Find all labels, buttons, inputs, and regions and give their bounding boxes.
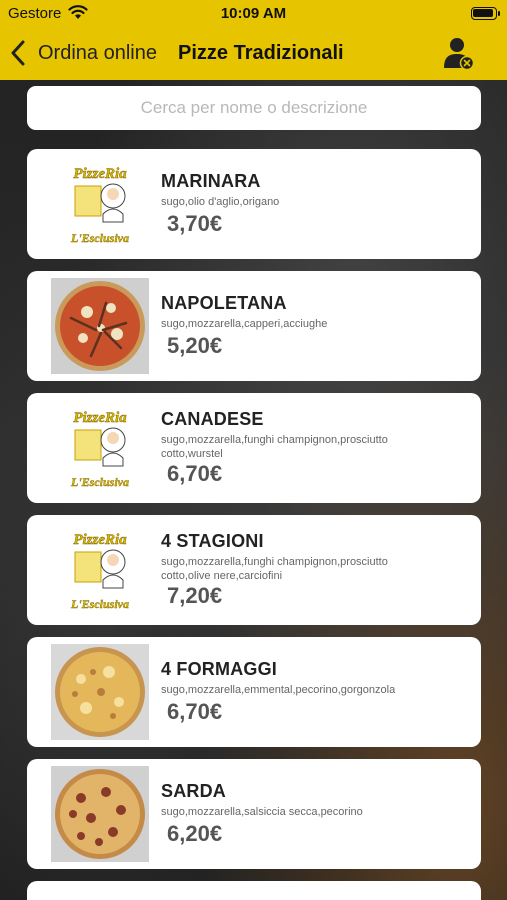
product-card[interactable]: PizzeRia L'Esclusiva CANADESE sugo,mozza… <box>27 393 481 503</box>
pizzeria-logo-image: PizzeRia L'Esclusiva <box>51 156 149 252</box>
product-name: NAPOLETANA <box>161 293 287 313</box>
product-price: 6,70€ <box>167 461 223 486</box>
product-description: sugo,mozzarella,funghi champignon,prosci… <box>161 434 388 460</box>
product-name: SARDA <box>161 781 227 801</box>
product-description: sugo,mozzarella,funghi champignon,prosci… <box>161 556 388 582</box>
product-description: sugo,mozzarella,capperi,acciughe <box>161 318 328 330</box>
product-price: 6,20€ <box>167 821 223 846</box>
product-price: 6,70€ <box>167 699 223 724</box>
pizza-image <box>51 644 149 740</box>
product-price: 7,20€ <box>167 583 223 608</box>
svg-text:PizzeRia: PizzeRia <box>73 166 127 182</box>
product-price: 3,70€ <box>167 211 223 236</box>
product-card[interactable]: NAPOLETANA sugo,mozzarella,capperi,acciu… <box>27 271 481 381</box>
product-description: sugo,mozzarella,salsiccia secca,pecorino <box>161 806 363 818</box>
chevron-left-icon <box>11 40 25 66</box>
product-name: MARINARA <box>161 171 261 191</box>
header-bar: Gestore 10:09 AM Ordina online Pizze Tra… <box>0 0 507 80</box>
pizzeria-logo-image: PizzeRia L'Esclusiva <box>51 522 149 618</box>
back-button[interactable]: Ordina online <box>10 36 157 70</box>
pizza-image <box>51 278 149 374</box>
product-description: sugo,olio d'aglio,origano <box>161 196 280 208</box>
product-description: sugo,mozzarella,emmental,pecorino,gorgon… <box>161 684 396 696</box>
product-name: CANADESE <box>161 409 264 429</box>
product-name: 4 STAGIONI <box>161 531 264 551</box>
product-card[interactable]: 4 FORMAGGI sugo,mozzarella,emmental,peco… <box>27 637 481 747</box>
svg-text:L'Esclusiva: L'Esclusiva <box>70 231 129 245</box>
clock: 10:09 AM <box>220 5 287 22</box>
svg-text:L'Esclusiva: L'Esclusiva <box>70 475 129 489</box>
battery-icon <box>471 7 500 20</box>
pizza-image <box>51 766 149 862</box>
svg-text:L'Esclusiva: L'Esclusiva <box>70 597 129 611</box>
product-card[interactable]: PizzeRia L'Esclusiva 4 STAGIONI sugo,moz… <box>27 515 481 625</box>
product-name: 4 FORMAGGI <box>161 659 278 679</box>
search-input[interactable] <box>27 86 481 130</box>
page-title: Pizze Tradizionali <box>178 42 344 64</box>
navigation-bar: Ordina online Pizze Tradizionali <box>0 30 507 76</box>
svg-text:PizzeRia: PizzeRia <box>73 410 127 426</box>
status-bar: Gestore 10:09 AM <box>0 0 507 28</box>
product-card[interactable]: SARDA sugo,mozzarella,salsiccia secca,pe… <box>27 759 481 869</box>
back-label: Ordina online <box>38 41 157 64</box>
product-card[interactable]: PizzeRia L'Esclusiva MARINARA sugo,olio … <box>27 149 481 259</box>
product-price: 5,20€ <box>167 333 223 358</box>
product-card[interactable] <box>27 881 481 900</box>
pizzeria-logo-image: PizzeRia L'Esclusiva <box>51 400 149 496</box>
product-list: PizzeRia L'Esclusiva MARINARA sugo,olio … <box>27 149 481 900</box>
svg-text:PizzeRia: PizzeRia <box>73 532 127 548</box>
user-cancel-icon[interactable] <box>443 36 475 72</box>
